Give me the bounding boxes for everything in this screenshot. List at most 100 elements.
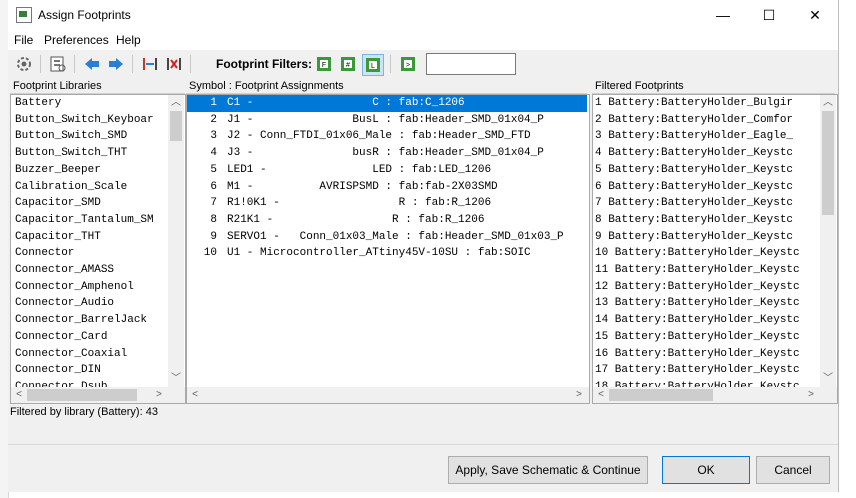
filtered-footprint-item[interactable]: 12 Battery:BatteryHolder_Keystc [593,279,820,296]
library-list-item[interactable]: Capacitor_THT [11,229,170,246]
filtered-footprint-item[interactable]: 15 Battery:BatteryHolder_Keystc [593,329,820,346]
library-list-item[interactable]: Capacitor_Tantalum_SM [11,212,170,229]
ok-button[interactable]: OK [662,456,750,484]
filtered-footprint-item[interactable]: 5 Battery:BatteryHolder_Keystc [593,162,820,179]
libraries-vertical-scrollbar[interactable]: ︿ ﹀ [168,95,184,387]
assignment-row[interactable]: 9 SERVO1 - Conn_01x03_Male : fab:Header_S… [187,229,587,246]
library-list-item[interactable]: Calibration_Scale [11,179,170,196]
assignment-row[interactable]: 1 C1 - C : fab:C_1206 [187,95,587,112]
assignments-horizontal-scrollbar[interactable]: < > [187,387,589,403]
toolbar: Footprint Filters: F # L > [8,50,838,78]
title-bar: Assign Footprints — ☐ ✕ [8,0,838,30]
libraries-list[interactable]: Battery Button_Switch_Keyboar Button_Switc… [10,94,186,404]
library-list-item[interactable]: Connector_BarrelJack [11,312,170,329]
scroll-right-arrow-icon[interactable]: > [151,387,167,403]
assignment-row[interactable]: 3 J2 - Conn_FTDI_01x06_Male : fab:Header_… [187,128,587,145]
scroll-left-arrow-icon[interactable]: < [187,387,203,403]
filtered-footprint-item[interactable]: 14 Battery:BatteryHolder_Keystc [593,312,820,329]
filtered-footprint-item[interactable]: 11 Battery:BatteryHolder_Keystc [593,262,820,279]
scroll-down-arrow-icon[interactable]: ﹀ [820,371,836,387]
button-area-divider [8,444,838,445]
scroll-up-arrow-icon[interactable]: ︿ [168,95,184,111]
assignment-row-text: J2 - Conn_FTDI_01x06_Male : fab:Header_S… [227,130,531,143]
library-browser-icon[interactable] [48,54,68,74]
toolbar-separator [40,55,41,73]
assignment-row-text: R21K1 - R : fab:R_1206 [227,213,485,226]
library-list-item[interactable]: Connector_Amphenol [11,279,170,296]
scrollbar-thumb[interactable] [27,389,137,401]
assignment-row[interactable]: 6 M1 - AVRISPSMD : fab:fab-2X03SMD [187,179,587,196]
scroll-right-arrow-icon[interactable]: > [571,387,587,403]
assignment-row[interactable]: 2 J1 - BusL : fab:Header_SMD_01x04_P [187,112,587,129]
footprint-filters-label: Footprint Filters: [216,57,312,71]
library-list-item[interactable]: Connector_Card [11,329,170,346]
filtered-footprint-item[interactable]: 7 Battery:BatteryHolder_Keystc [593,195,820,212]
library-list-item[interactable]: Connector_AMASS [11,262,170,279]
svg-text:L: L [371,63,375,70]
scroll-left-arrow-icon[interactable]: < [593,387,609,403]
previous-arrow-icon[interactable] [82,54,102,74]
filtered-footprint-item[interactable]: 13 Battery:BatteryHolder_Keystc [593,295,820,312]
scroll-up-arrow-icon[interactable]: ︿ [820,95,836,111]
next-arrow-icon[interactable] [106,54,126,74]
library-list-item[interactable]: Button_Switch_THT [11,145,170,162]
filter-by-library-icon[interactable]: L [362,54,384,76]
filter-by-text-icon[interactable]: > [398,54,418,74]
library-list-item[interactable]: Battery [11,95,170,112]
filter-by-pin-count-icon[interactable]: # [338,54,358,74]
filtered-footprint-item[interactable]: 16 Battery:BatteryHolder_Keystc [593,346,820,363]
filtered-footprint-item[interactable]: 1 Battery:BatteryHolder_Bulgir [593,95,820,112]
assign-footprints-window: Assign Footprints — ☐ ✕ File Preferences… [8,0,839,492]
svg-text:>: > [406,62,410,69]
assignment-row[interactable]: 4 J3 - busR : fab:Header_SMD_01x04_P [187,145,587,162]
library-list-item[interactable]: Connector_DIN [11,362,170,379]
minimize-button[interactable]: — [700,0,746,30]
auto-associate-icon[interactable] [140,54,160,74]
library-list-item[interactable]: Connector_Audio [11,295,170,312]
filter-by-keywords-icon[interactable]: F [314,54,334,74]
filtered-footprint-item[interactable]: 9 Battery:BatteryHolder_Keystc [593,229,820,246]
library-list-item[interactable]: Button_Switch_SMD [11,128,170,145]
cancel-button[interactable]: Cancel [756,456,830,484]
scrollbar-thumb[interactable] [170,111,182,141]
toolbar-separator [132,55,133,73]
scroll-left-arrow-icon[interactable]: < [11,387,27,403]
menu-file[interactable]: File [14,33,33,47]
scrollbar-thumb[interactable] [822,111,834,215]
menu-help[interactable]: Help [116,33,141,47]
filtered-footprint-item[interactable]: 3 Battery:BatteryHolder_Eagle_ [593,128,820,145]
delete-associations-icon[interactable] [164,54,184,74]
filtered-horizontal-scrollbar[interactable]: < > [593,387,837,403]
library-list-item[interactable]: Connector [11,245,170,262]
filtered-footprint-item[interactable]: 4 Battery:BatteryHolder_Keystc [593,145,820,162]
assignment-row[interactable]: 5 LED1 - LED : fab:LED_1206 [187,162,587,179]
maximize-button[interactable]: ☐ [746,0,792,30]
assignment-row-text: M1 - AVRISPSMD : fab:fab-2X03SMD [227,180,498,193]
filtered-footprint-item[interactable]: 2 Battery:BatteryHolder_Comfor [593,112,820,129]
filtered-footprint-item[interactable]: 17 Battery:BatteryHolder_Keystc [593,362,820,379]
footprint-filter-input[interactable] [426,53,516,75]
assignment-row-number: 8 [210,213,217,226]
filtered-footprint-item[interactable]: 10 Battery:BatteryHolder_Keystc [593,245,820,262]
close-button[interactable]: ✕ [792,0,838,30]
assignments-list[interactable]: 1 C1 - C : fab:C_1206 2 J1 - BusL : fab:Hea… [186,94,590,404]
filtered-footprint-item[interactable]: 6 Battery:BatteryHolder_Keystc [593,179,820,196]
scroll-down-arrow-icon[interactable]: ﹀ [168,371,184,387]
assignment-row[interactable]: 8 R21K1 - R : fab:R_1206 [187,212,587,229]
library-list-item[interactable]: Capacitor_SMD [11,195,170,212]
filtered-footprints-list[interactable]: 1 Battery:BatteryHolder_Bulgir 2 Battery:… [592,94,838,404]
filtered-footprint-item[interactable]: 8 Battery:BatteryHolder_Keystc [593,212,820,229]
assignment-row-text: SERVO1 - Conn_01x03_Male : fab:Header_SM… [227,230,564,243]
assignment-row[interactable]: 7 R1!0K1 - R : fab:R_1206 [187,195,587,212]
library-list-item[interactable]: Buzzer_Beeper [11,162,170,179]
library-list-item[interactable]: Button_Switch_Keyboar [11,112,170,129]
scroll-right-arrow-icon[interactable]: > [803,387,819,403]
apply-save-continue-button[interactable]: Apply, Save Schematic & Continue [448,456,648,484]
settings-gear-icon[interactable] [14,54,34,74]
library-list-item[interactable]: Connector_Coaxial [11,346,170,363]
libraries-horizontal-scrollbar[interactable]: < > [11,387,185,403]
menu-preferences[interactable]: Preferences [44,33,109,47]
filtered-vertical-scrollbar[interactable]: ︿ ﹀ [820,95,836,387]
assignment-row[interactable]: 10 U1 - Microcontroller_ATtiny45V-10SU : … [187,245,587,262]
scrollbar-thumb[interactable] [609,389,713,401]
